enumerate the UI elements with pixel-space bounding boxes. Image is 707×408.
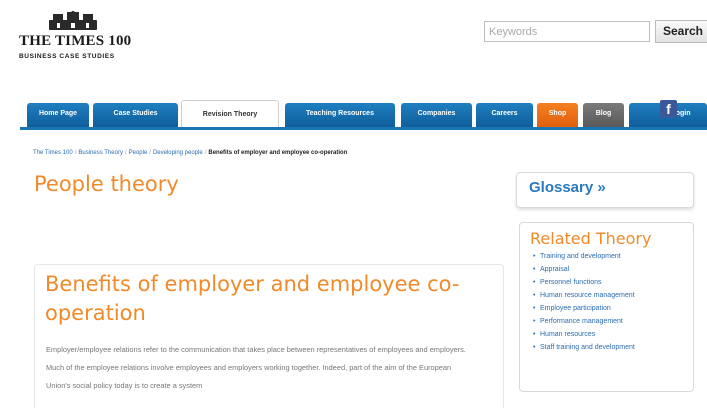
related-theory-link[interactable]: Human resource management (533, 292, 683, 300)
breadcrumb-link[interactable]: Developing people (153, 150, 203, 156)
main-navigation: Home Page Case Studies Revision Theory T… (20, 100, 707, 128)
article-title: Benefits of employer and employee co-ope… (45, 272, 460, 325)
nav-home-page[interactable]: Home Page (27, 103, 89, 127)
related-theory-link[interactable]: Appraisal (533, 266, 683, 274)
times-100-logo[interactable]: THE TIMES 100 BUSINESS CASE STUDIES (19, 10, 159, 72)
related-theory-link[interactable]: Performance management (533, 318, 683, 326)
related-theory-link[interactable]: Personnel functions (533, 279, 683, 287)
logo-subtitle: BUSINESS CASE STUDIES (19, 53, 115, 60)
breadcrumb-link[interactable]: The Times 100 (33, 150, 73, 156)
article-body: Employer/employee relations refer to the… (46, 341, 476, 395)
related-theory-list: Training and development Appraisal Perso… (533, 253, 683, 357)
breadcrumb-link[interactable]: People (129, 150, 148, 156)
article-paragraph: Employer/employee relations refer to the… (46, 345, 466, 354)
glossary-link[interactable]: Glossary » (529, 179, 606, 196)
breadcrumb-current: Benefits of employer and employee co-ope… (208, 150, 348, 156)
crest-icon (49, 11, 97, 30)
breadcrumb: The Times 100/Business Theory / People / Dev… (33, 150, 347, 156)
nav-revision-theory[interactable]: Revision Theory (181, 100, 279, 128)
nav-careers[interactable]: Careers (476, 103, 533, 127)
related-theory-link[interactable]: Training and development (533, 253, 683, 261)
search-button[interactable]: Search (655, 20, 707, 43)
nav-shop[interactable]: Shop (537, 103, 578, 127)
nav-blog[interactable]: Blog (583, 103, 624, 127)
search-input[interactable] (484, 21, 650, 42)
related-theory-link[interactable]: Employee participation (533, 305, 683, 313)
nav-underline (20, 127, 707, 130)
nav-case-studies[interactable]: Case Studies (93, 103, 178, 127)
logo-title: THE TIMES 100 (19, 33, 132, 49)
related-theory-title: Related Theory (530, 229, 652, 248)
nav-teaching-resources[interactable]: Teaching Resources (285, 103, 395, 127)
related-theory-link[interactable]: Staff training and development (533, 344, 683, 352)
article-paragraph: Much of the employee relations involve e… (46, 363, 452, 390)
facebook-icon[interactable]: f (660, 100, 677, 118)
page-title: People theory (34, 172, 179, 196)
related-theory-link[interactable]: Human resources (533, 331, 683, 339)
breadcrumb-link[interactable]: Business Theory (78, 150, 123, 156)
nav-companies[interactable]: Companies (401, 103, 472, 127)
